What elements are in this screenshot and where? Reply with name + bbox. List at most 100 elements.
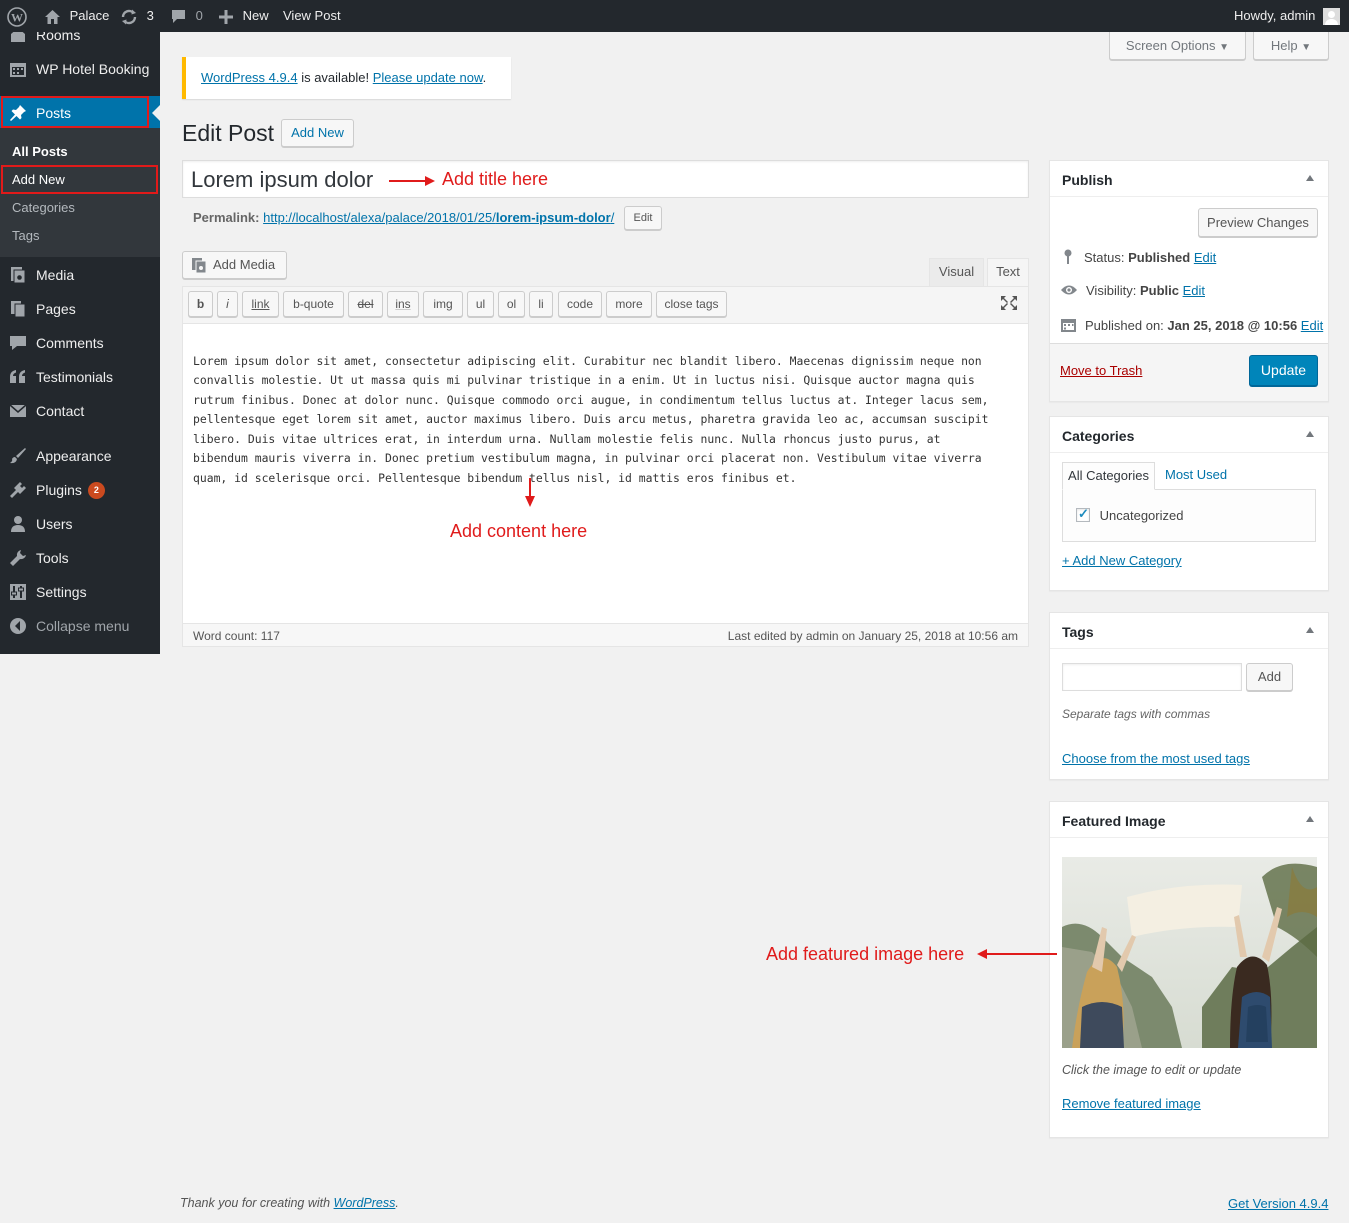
quicktag-bold-button[interactable]: b <box>188 291 213 317</box>
choose-most-used-tags-link[interactable]: Choose from the most used tags <box>1062 751 1250 766</box>
wordpress-version-link[interactable]: WordPress 4.9.4 <box>201 70 298 85</box>
featured-image-hint: Click the image to edit or update <box>1062 1063 1242 1077</box>
quicktag-close-tags-button[interactable]: close tags <box>656 291 727 317</box>
permalink-link[interactable]: http://localhost/alexa/palace/2018/01/25… <box>263 210 614 225</box>
add-media-button[interactable]: Add Media <box>182 251 287 279</box>
categories-box-header[interactable]: Categories <box>1050 417 1328 453</box>
status-row: Status: Published Edit <box>1062 249 1216 265</box>
brush-icon <box>10 448 26 464</box>
sidebar-item-users[interactable]: Users <box>0 507 160 541</box>
quicktag-del-button[interactable]: del <box>348 291 383 317</box>
remove-featured-image-link[interactable]: Remove featured image <box>1062 1096 1201 1111</box>
quicktag-bquote-button[interactable]: b-quote <box>283 291 344 317</box>
tab-most-used[interactable]: Most Used <box>1165 467 1227 482</box>
tag-input[interactable] <box>1062 663 1242 691</box>
tab-text[interactable]: Text <box>987 258 1029 287</box>
quicktag-ol-button[interactable]: ol <box>498 291 525 317</box>
add-tag-button[interactable]: Add <box>1246 663 1293 691</box>
featured-image-box-header[interactable]: Featured Image <box>1050 802 1328 838</box>
wordpress-logo-icon[interactable]: W <box>7 0 27 32</box>
tags-box-header[interactable]: Tags <box>1050 613 1328 649</box>
annotation-arrow-down <box>525 478 535 507</box>
annotation-add-featured-image: Add featured image here <box>766 944 965 964</box>
publish-box-header[interactable]: Publish <box>1050 161 1328 197</box>
status-edit-link[interactable]: Edit <box>1194 250 1216 265</box>
collapse-menu-button[interactable]: Collapse menu <box>0 609 160 643</box>
sidebar-item-appearance[interactable]: Appearance <box>0 439 160 473</box>
submenu-categories[interactable]: Categories <box>12 198 75 218</box>
quote-icon <box>10 370 25 383</box>
submenu-all-posts[interactable]: All Posts <box>12 142 68 162</box>
sidebar-item-testimonials[interactable]: Testimonials <box>0 360 160 394</box>
help-button[interactable]: Help ▼ <box>1253 32 1329 60</box>
new-content-link[interactable]: New <box>219 0 269 32</box>
annotation-add-title: Add title here <box>442 169 549 189</box>
date-edit-link[interactable]: Edit <box>1301 318 1323 333</box>
quicktag-ul-button[interactable]: ul <box>467 291 494 317</box>
quicktag-code-button[interactable]: code <box>558 291 602 317</box>
collapse-toggle-icon[interactable] <box>1306 175 1314 181</box>
comments-link[interactable]: 0 <box>171 0 203 32</box>
move-to-trash-link[interactable]: Move to Trash <box>1060 363 1142 378</box>
mail-icon <box>9 404 27 417</box>
comment-icon <box>10 336 26 350</box>
quicktag-li-button[interactable]: li <box>529 291 553 317</box>
quicktag-more-button[interactable]: more <box>606 291 652 317</box>
site-name-link[interactable]: Palace <box>44 0 109 32</box>
last-edited: Last edited by admin on January 25, 2018… <box>727 629 1018 643</box>
quicktag-link-button[interactable]: link <box>242 291 279 317</box>
plus-icon <box>219 9 233 24</box>
account-menu[interactable]: Howdy, admin <box>1234 0 1341 32</box>
collapse-toggle-icon[interactable] <box>1306 816 1314 822</box>
permalink-edit-button[interactable]: Edit <box>624 206 662 230</box>
calendar-icon <box>1061 319 1076 332</box>
collapse-toggle-icon[interactable] <box>1306 627 1314 633</box>
view-post-link[interactable]: View Post <box>283 0 341 32</box>
wrench-icon <box>10 550 26 566</box>
wordpress-link[interactable]: WordPress <box>334 1196 396 1210</box>
sidebar-item-wp-hotel-booking[interactable]: WP Hotel Booking <box>0 52 160 86</box>
add-new-post-button[interactable]: Add New <box>281 119 354 147</box>
visibility-edit-link[interactable]: Edit <box>1183 283 1205 298</box>
sidebar-item-contact[interactable]: Contact <box>0 394 160 428</box>
submenu-tags[interactable]: Tags <box>12 226 39 246</box>
update-now-link[interactable]: Please update now <box>373 70 483 85</box>
update-notice: WordPress 4.9.4 is available! Please upd… <box>182 57 511 99</box>
tab-all-categories[interactable]: All Categories <box>1062 462 1155 490</box>
get-version-link[interactable]: Get Version 4.9.4 <box>1228 1196 1328 1211</box>
sidebar-item-plugins[interactable]: Plugins 2 <box>0 473 160 507</box>
sidebar-item-media[interactable]: Media <box>0 258 160 292</box>
fullscreen-icon[interactable] <box>1000 295 1018 311</box>
media-icon <box>192 258 207 274</box>
screen-options-button[interactable]: Screen Options ▼ <box>1109 32 1246 60</box>
sidebar-item-settings[interactable]: Settings <box>0 575 160 609</box>
post-title-input[interactable]: Lorem ipsum dolor <box>182 160 1029 198</box>
content-textarea[interactable]: Lorem ipsum dolor sit amet, consectetur … <box>193 332 1023 612</box>
categories-box: Categories All Categories Most Used ✓ Un… <box>1049 416 1329 591</box>
category-checkbox[interactable]: ✓ <box>1076 506 1090 522</box>
content-line: libero. Duis vitae ultrices erat, in int… <box>193 431 941 446</box>
caret-down-icon: ▼ <box>1219 42 1230 53</box>
admin-bar: W Palace 3 0 New View Post Howdy, admin <box>0 0 1349 32</box>
quicktag-italic-button[interactable]: i <box>217 291 238 317</box>
caret-down-icon: ▼ <box>1301 42 1312 53</box>
checkmark-icon: ✓ <box>1078 506 1089 521</box>
quicktag-ins-button[interactable]: ins <box>387 291 419 317</box>
plugin-icon <box>10 482 26 498</box>
tab-visual[interactable]: Visual <box>929 258 984 286</box>
quicktag-img-button[interactable]: img <box>423 291 463 317</box>
sidebar-item-tools[interactable]: Tools <box>0 541 160 575</box>
collapse-icon <box>10 618 26 634</box>
sidebar-item-rooms[interactable]: Rooms <box>0 32 160 52</box>
sidebar-item-comments[interactable]: Comments <box>0 326 160 360</box>
update-button[interactable]: Update <box>1249 355 1318 386</box>
preview-changes-button[interactable]: Preview Changes <box>1198 208 1318 237</box>
category-item-uncategorized[interactable]: ✓ Uncategorized <box>1076 506 1183 523</box>
add-new-category-link[interactable]: + Add New Category <box>1062 553 1182 568</box>
tags-box: Tags Add Separate tags with commas Choos… <box>1049 612 1329 780</box>
collapse-toggle-icon[interactable] <box>1306 431 1314 437</box>
plugin-update-badge: 2 <box>87 482 105 499</box>
updates-link[interactable]: 3 <box>120 0 154 32</box>
sidebar-item-pages[interactable]: Pages <box>0 292 160 326</box>
featured-image[interactable] <box>1062 857 1317 1048</box>
